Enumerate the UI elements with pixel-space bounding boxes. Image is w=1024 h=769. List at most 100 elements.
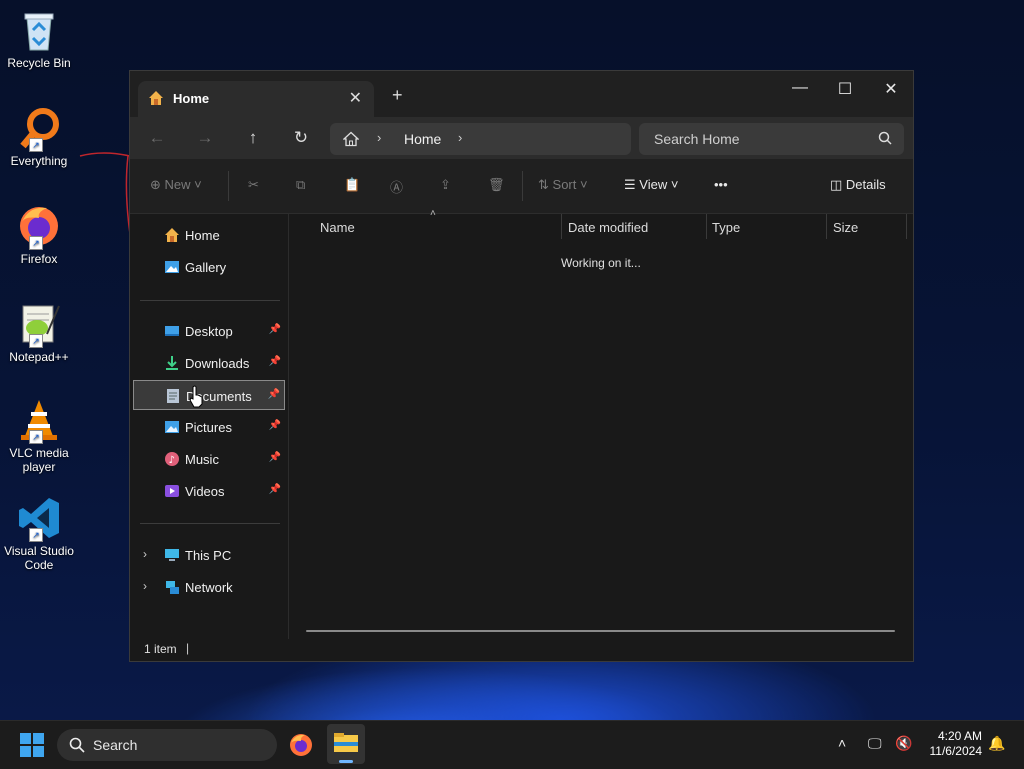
up-arrow-icon[interactable]: ↑: [242, 128, 264, 148]
refresh-icon[interactable]: ↻: [290, 128, 312, 148]
notification-bell-icon[interactable]: 🔔: [988, 735, 1005, 752]
tab-home[interactable]: Home ✕: [138, 81, 374, 117]
pin-icon[interactable]: 📌: [269, 452, 281, 463]
breadcrumb-home[interactable]: Home: [404, 131, 441, 147]
pin-icon[interactable]: 📌: [269, 356, 281, 367]
share-icon[interactable]: ⇪: [440, 177, 451, 193]
status-bar: 1 item |: [130, 639, 913, 661]
column-divider[interactable]: [706, 214, 707, 239]
desktop-icon-notepadpp[interactable]: ↗ Notepad++: [2, 302, 76, 364]
desktop-icon-everything[interactable]: ↗ Everything: [2, 106, 76, 168]
pin-icon[interactable]: 📌: [269, 484, 281, 495]
back-arrow-icon[interactable]: ←: [146, 128, 168, 148]
home-icon: [164, 227, 180, 243]
chevron-down-icon: ˅: [194, 177, 202, 192]
system-clock[interactable]: 4:20 AM 11/6/2024: [930, 729, 983, 759]
command-bar: ⊕ New ˅ ✂ ⧉ 📋 Ⓐ ⇪ 🗑 ⇅ Sort ˅ ☰ View ˅ ••…: [130, 159, 913, 214]
details-pane-button[interactable]: ◫ Details: [830, 177, 886, 193]
column-header-type[interactable]: Type: [712, 220, 740, 235]
sidebar-divider: [140, 300, 280, 301]
close-tab-icon[interactable]: ✕: [349, 88, 362, 108]
chevron-down-icon: ˅: [670, 177, 679, 192]
sidebar-item-downloads[interactable]: Downloads 📌: [133, 348, 285, 378]
taskbar-file-explorer-icon[interactable]: [327, 724, 365, 764]
sidebar-item-music[interactable]: ♪ Music 📌: [133, 444, 285, 474]
windows-start-icon[interactable]: [20, 733, 44, 762]
loading-message: Working on it...: [561, 256, 641, 270]
close-window-icon[interactable]: ✕: [876, 79, 906, 99]
toolbar-divider: [522, 171, 523, 201]
sort-button[interactable]: ⇅ Sort ˅: [538, 177, 588, 193]
sidebar-item-home[interactable]: Home: [133, 220, 285, 250]
new-button[interactable]: ⊕ New ˅: [150, 177, 202, 193]
cut-icon[interactable]: ✂: [248, 177, 259, 193]
status-separator: |: [186, 641, 190, 655]
new-tab-button[interactable]: +: [392, 85, 403, 106]
column-header-name[interactable]: Name: [320, 220, 355, 235]
sidebar-item-documents[interactable]: Documents 📌: [133, 380, 285, 410]
desktop-icon-firefox[interactable]: ↗ Firefox: [2, 204, 76, 266]
shortcut-arrow-icon: ↗: [29, 334, 43, 348]
sort-icon: ⇅: [538, 177, 549, 192]
column-divider[interactable]: [826, 214, 827, 239]
chevron-right-icon[interactable]: ›: [143, 547, 147, 561]
volume-muted-icon[interactable]: 🔇: [895, 735, 912, 752]
chevron-right-icon[interactable]: ›: [143, 579, 147, 593]
new-label: New: [164, 177, 191, 192]
sidebar-item-videos[interactable]: Videos 📌: [133, 476, 285, 506]
sidebar-item-network[interactable]: › Network: [133, 572, 285, 602]
pin-icon[interactable]: 📌: [269, 324, 281, 335]
file-explorer-window: Home ✕ + — ☐ ✕ ← → ↑ ↻ › Home › Search H…: [129, 70, 914, 662]
show-hidden-icons-chevron-icon[interactable]: ˄: [838, 735, 846, 751]
vlc-icon: ↗: [17, 398, 61, 444]
delete-icon[interactable]: 🗑: [488, 177, 505, 193]
desktop-icon-label: Notepad++: [9, 350, 69, 364]
pin-icon[interactable]: 📌: [268, 389, 280, 400]
desktop-icon-recycle-bin[interactable]: Recycle Bin: [2, 8, 76, 70]
column-divider[interactable]: [906, 214, 907, 239]
firefox-icon: ↗: [17, 204, 61, 250]
search-placeholder: Search Home: [654, 131, 740, 147]
rename-icon[interactable]: Ⓐ: [390, 177, 403, 196]
desktop-icon-vscode[interactable]: ↗ Visual Studio Code: [2, 496, 76, 572]
pictures-icon: [164, 419, 180, 435]
taskbar: Search ˄ 🖵 🔇 4:20 AM 11/6/2024 🔔: [0, 720, 1024, 769]
recycle-bin-icon: [17, 8, 61, 52]
sidebar-item-desktop[interactable]: Desktop 📌: [133, 316, 285, 346]
taskbar-firefox-icon[interactable]: [289, 733, 313, 762]
maximize-icon[interactable]: ☐: [830, 79, 860, 99]
clock-date: 11/6/2024: [929, 744, 983, 758]
sidebar-divider: [140, 523, 280, 524]
copy-icon[interactable]: ⧉: [296, 177, 305, 193]
column-header-size[interactable]: Size: [833, 220, 858, 235]
sidebar-item-label: Videos: [185, 484, 225, 499]
column-header-date-modified[interactable]: Date modified: [568, 220, 648, 235]
sort-label: Sort: [552, 177, 577, 192]
more-options-button[interactable]: •••: [714, 177, 728, 192]
sidebar-item-gallery[interactable]: Gallery: [133, 252, 285, 282]
sidebar-item-this-pc[interactable]: › This PC: [133, 540, 285, 570]
minimize-icon[interactable]: —: [785, 79, 815, 97]
horizontal-scrollbar[interactable]: [306, 630, 895, 632]
search-icon: [69, 737, 85, 758]
view-button[interactable]: ☰ View ˅: [624, 177, 678, 193]
shortcut-arrow-icon: ↗: [29, 138, 43, 152]
address-bar[interactable]: › Home ›: [330, 123, 631, 155]
navigation-bar: ← → ↑ ↻ › Home › Search Home: [130, 117, 913, 159]
home-crumb-icon[interactable]: [342, 131, 360, 147]
pin-icon[interactable]: 📌: [269, 420, 281, 431]
column-divider[interactable]: [561, 214, 562, 239]
sidebar-item-pictures[interactable]: Pictures 📌: [133, 412, 285, 442]
this-pc-icon: [164, 547, 180, 563]
notepadpp-icon: ↗: [17, 302, 61, 348]
taskbar-search[interactable]: Search: [57, 729, 277, 761]
view-list-icon: ☰: [624, 177, 636, 192]
network-status-icon[interactable]: 🖵: [868, 735, 882, 752]
desktop-icon-vlc[interactable]: ↗ VLC media player: [2, 398, 76, 474]
paste-icon[interactable]: 📋: [344, 177, 360, 193]
forward-arrow-icon[interactable]: →: [194, 128, 216, 148]
vscode-icon: ↗: [17, 496, 61, 542]
chevron-right-icon[interactable]: ›: [377, 130, 381, 145]
chevron-right-icon[interactable]: ›: [458, 130, 462, 145]
search-field[interactable]: Search Home: [639, 123, 904, 155]
